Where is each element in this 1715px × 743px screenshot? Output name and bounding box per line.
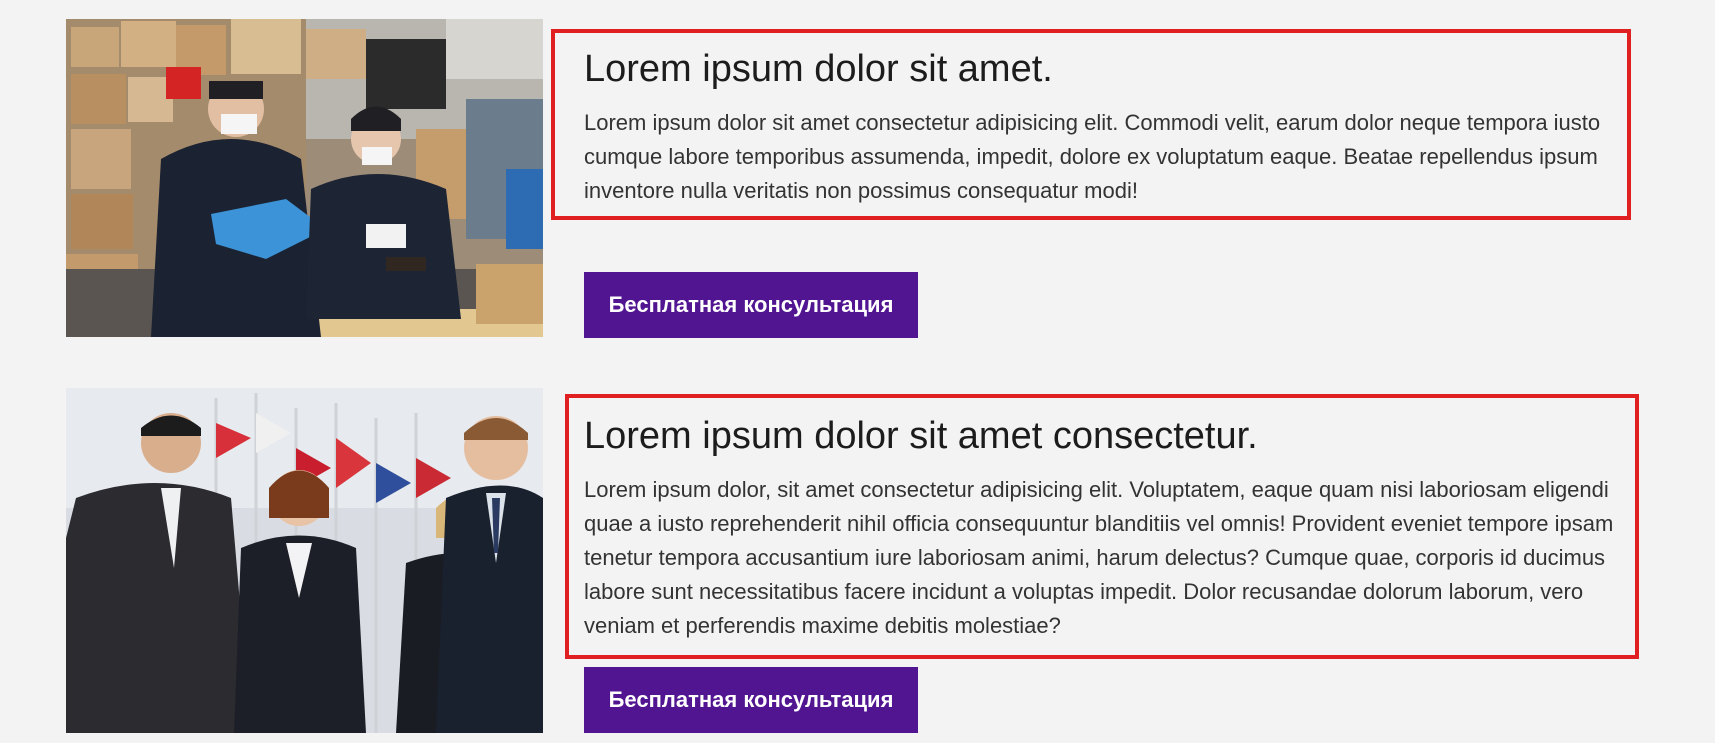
free-consultation-button[interactable]: Бесплатная консультация <box>584 667 918 733</box>
free-consultation-button[interactable]: Бесплатная консультация <box>584 272 918 338</box>
business-meeting-photo <box>66 388 543 733</box>
service-title: Lorem ipsum dolor sit amet. <box>584 48 1053 90</box>
service-description: Lorem ipsum dolor, sit amet consectetur … <box>584 477 1614 638</box>
customs-photo <box>66 19 543 337</box>
service-title: Lorem ipsum dolor sit amet consectetur. <box>584 415 1258 457</box>
services-page: Lorem ipsum dolor sit amet. Lorem ipsum … <box>0 0 1715 743</box>
service-description: Lorem ipsum dolor sit amet consectetur a… <box>584 110 1601 203</box>
